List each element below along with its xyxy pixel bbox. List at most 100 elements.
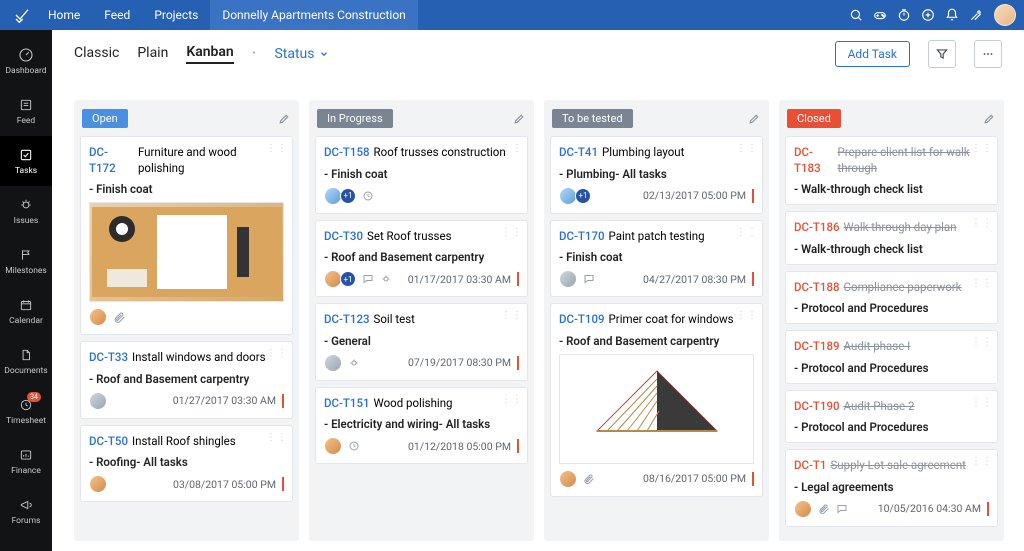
sidebar-item-feed[interactable]: Feed bbox=[0, 86, 52, 136]
drag-handle-icon[interactable]: ⋮⋮ bbox=[266, 432, 288, 443]
drag-handle-icon[interactable]: ⋮⋮ bbox=[971, 456, 993, 467]
column-edit-icon[interactable] bbox=[748, 112, 761, 125]
column-edit-icon[interactable] bbox=[513, 112, 526, 125]
assignee-avatar[interactable] bbox=[559, 270, 577, 288]
project-tab[interactable]: Donnelly Apartments Construction bbox=[210, 0, 418, 30]
assignee-avatar[interactable] bbox=[324, 437, 342, 455]
drag-handle-icon[interactable]: ⋮⋮ bbox=[501, 310, 523, 321]
sidebar-item-documents[interactable]: Documents bbox=[0, 336, 52, 386]
drag-handle-icon[interactable]: ⋮⋮ bbox=[501, 394, 523, 405]
comment-icon[interactable] bbox=[583, 273, 595, 285]
task-id[interactable]: DC-T50 bbox=[89, 434, 128, 450]
more-button[interactable] bbox=[974, 40, 1002, 68]
sidebar-item-issues[interactable]: Issues bbox=[0, 186, 52, 236]
filter-button[interactable] bbox=[928, 40, 956, 68]
task-card[interactable]: ⋮⋮ DC-T189 Audit phase I - Protocol and … bbox=[785, 330, 998, 384]
drag-handle-icon[interactable]: ⋮⋮ bbox=[266, 348, 288, 359]
task-id[interactable]: DC-T188 bbox=[794, 280, 840, 296]
sidebar-item-forums[interactable]: Forums bbox=[0, 486, 52, 536]
more-assignees-badge[interactable]: +1 bbox=[340, 188, 356, 204]
sidebar-item-timesheet[interactable]: Timesheet bbox=[0, 386, 52, 436]
comment-icon[interactable] bbox=[362, 273, 374, 285]
add-icon[interactable] bbox=[916, 0, 940, 30]
assignee-avatar[interactable] bbox=[324, 354, 342, 372]
sidebar-item-dashboard[interactable]: Dashboard bbox=[0, 36, 52, 86]
add-task-button[interactable]: Add Task bbox=[835, 41, 910, 67]
sidebar-item-calendar[interactable]: Calendar bbox=[0, 286, 52, 336]
task-id[interactable]: DC-T190 bbox=[794, 399, 840, 415]
column-edit-icon[interactable] bbox=[278, 112, 291, 125]
app-logo[interactable] bbox=[8, 7, 36, 23]
status-dropdown[interactable]: Status bbox=[274, 46, 328, 62]
nav-feed[interactable]: Feed bbox=[92, 0, 142, 30]
task-card[interactable]: ⋮⋮ DC-T158 Roof trusses construction - F… bbox=[315, 136, 528, 214]
task-id[interactable]: DC-T151 bbox=[324, 396, 370, 412]
task-id[interactable]: DC-T109 bbox=[559, 312, 605, 328]
comment-icon[interactable] bbox=[836, 503, 848, 515]
sidebar-item-tasks[interactable]: Tasks bbox=[0, 136, 52, 186]
task-card[interactable]: ⋮⋮ DC-T109 Primer coat for windows - Roo… bbox=[550, 303, 763, 497]
task-card[interactable]: ⋮⋮ DC-T1 Supply Lot sale agreement - Leg… bbox=[785, 449, 998, 527]
drag-handle-icon[interactable]: ⋮⋮ bbox=[971, 143, 993, 154]
task-card[interactable]: ⋮⋮ DC-T41 Plumbing layout - Plumbing- Al… bbox=[550, 136, 763, 214]
sidebar-item-finance[interactable]: Finance bbox=[0, 436, 52, 486]
column-edit-icon[interactable] bbox=[983, 112, 996, 125]
task-id[interactable]: DC-T183 bbox=[794, 145, 834, 176]
attachment-icon[interactable] bbox=[113, 311, 126, 324]
timer-icon[interactable] bbox=[892, 0, 916, 30]
assignee-avatar[interactable] bbox=[89, 308, 107, 326]
assignee-avatar[interactable] bbox=[89, 475, 107, 493]
more-assignees-badge[interactable]: +1 bbox=[340, 271, 356, 287]
assignee-avatar[interactable] bbox=[559, 470, 577, 488]
drag-handle-icon[interactable]: ⋮⋮ bbox=[501, 143, 523, 154]
tools-icon[interactable] bbox=[964, 0, 988, 30]
task-card[interactable]: ⋮⋮ DC-T33 Install windows and doors - Ro… bbox=[80, 341, 293, 419]
view-kanban[interactable]: Kanban bbox=[186, 44, 233, 64]
task-card[interactable]: ⋮⋮ DC-T30 Set Roof trusses - Roof and Ba… bbox=[315, 220, 528, 298]
nav-projects[interactable]: Projects bbox=[142, 0, 210, 30]
task-id[interactable]: DC-T189 bbox=[794, 339, 840, 355]
task-id[interactable]: DC-T1 bbox=[794, 458, 826, 474]
drag-handle-icon[interactable]: ⋮⋮ bbox=[736, 227, 758, 238]
task-id[interactable]: DC-T41 bbox=[559, 145, 598, 161]
task-card[interactable]: ⋮⋮ DC-T188 Compliance paperwork - Protoc… bbox=[785, 271, 998, 325]
task-id[interactable]: DC-T30 bbox=[324, 229, 363, 245]
assignee-avatar[interactable] bbox=[794, 500, 812, 518]
more-assignees-badge[interactable]: +1 bbox=[575, 188, 591, 204]
task-id[interactable]: DC-T186 bbox=[794, 220, 840, 236]
view-classic[interactable]: Classic bbox=[74, 45, 119, 63]
task-card[interactable]: ⋮⋮ DC-T172 Furniture and wood polishing … bbox=[80, 136, 293, 335]
task-thumbnail[interactable] bbox=[559, 354, 754, 464]
attachment-icon[interactable] bbox=[583, 473, 595, 485]
attachment-icon[interactable] bbox=[818, 503, 830, 515]
task-id[interactable]: DC-T123 bbox=[324, 312, 370, 328]
drag-handle-icon[interactable]: ⋮⋮ bbox=[266, 143, 288, 154]
drag-handle-icon[interactable]: ⋮⋮ bbox=[501, 227, 523, 238]
task-card[interactable]: ⋮⋮ DC-T50 Install Roof shingles - Roofin… bbox=[80, 425, 293, 503]
task-id[interactable]: DC-T158 bbox=[324, 145, 370, 161]
nav-home[interactable]: Home bbox=[36, 0, 92, 30]
drag-handle-icon[interactable]: ⋮⋮ bbox=[736, 143, 758, 154]
view-plain[interactable]: Plain bbox=[137, 45, 168, 63]
task-thumbnail[interactable] bbox=[89, 202, 284, 302]
task-card[interactable]: ⋮⋮ DC-T170 Paint patch testing - Finish … bbox=[550, 220, 763, 298]
drag-handle-icon[interactable]: ⋮⋮ bbox=[971, 397, 993, 408]
task-id[interactable]: DC-T170 bbox=[559, 229, 605, 245]
task-card[interactable]: ⋮⋮ DC-T183 Prepare client list for walk … bbox=[785, 136, 998, 205]
drag-handle-icon[interactable]: ⋮⋮ bbox=[971, 278, 993, 289]
task-card[interactable]: ⋮⋮ DC-T123 Soil test - General 07/19/201… bbox=[315, 303, 528, 381]
drag-handle-icon[interactable]: ⋮⋮ bbox=[971, 218, 993, 229]
task-id[interactable]: DC-T33 bbox=[89, 350, 128, 366]
assignee-avatar[interactable] bbox=[89, 392, 107, 410]
task-id[interactable]: DC-T172 bbox=[89, 145, 134, 176]
drag-handle-icon[interactable]: ⋮⋮ bbox=[971, 337, 993, 348]
user-avatar[interactable] bbox=[994, 4, 1016, 26]
task-card[interactable]: ⋮⋮ DC-T190 Audit Phase 2 - Protocol and … bbox=[785, 390, 998, 444]
drag-handle-icon[interactable]: ⋮⋮ bbox=[736, 310, 758, 321]
gamepad-icon[interactable] bbox=[868, 0, 892, 30]
sidebar-item-milestones[interactable]: Milestones bbox=[0, 236, 52, 286]
task-card[interactable]: ⋮⋮ DC-T151 Wood polishing - Electricity … bbox=[315, 387, 528, 465]
search-icon[interactable] bbox=[844, 0, 868, 30]
task-card[interactable]: ⋮⋮ DC-T186 Walk through day plan - Walk-… bbox=[785, 211, 998, 265]
bell-icon[interactable] bbox=[940, 0, 964, 30]
